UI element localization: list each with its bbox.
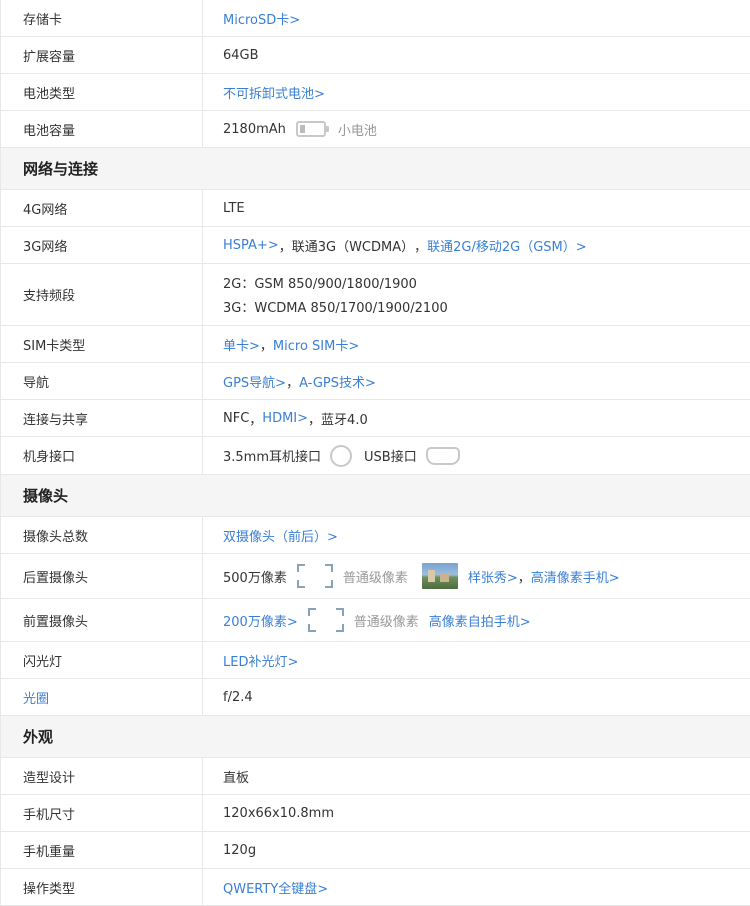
separator: ，: [414, 239, 428, 255]
section-title-appearance: 外观: [1, 716, 750, 758]
band-3g: 3G：WCDMA 850/1700/1900/2100: [223, 301, 448, 316]
spec-row-battery-type: 电池类型 不可拆卸式电池>: [1, 74, 750, 111]
spec-value: f/2.4: [223, 689, 253, 705]
spec-label: 手机重量: [1, 832, 203, 868]
spec-label: 存储卡: [1, 0, 203, 36]
wcdma-text: 联通3G（WCDMA）: [291, 239, 415, 255]
spec-row-storage-card: 存储卡 MicroSD卡>: [1, 0, 750, 37]
headphone-jack-text: 3.5mm耳机接口: [223, 450, 322, 465]
spec-label: 3G网络: [1, 227, 203, 263]
bluetooth-text: 蓝牙4.0: [321, 412, 368, 428]
hd-pixel-phone-link[interactable]: 高清像素手机>: [531, 567, 620, 586]
single-sim-link[interactable]: 单卡>: [223, 335, 260, 354]
qwerty-link[interactable]: QWERTY全键盘>: [223, 878, 328, 897]
spec-row-ports: 机身接口 3.5mm耳机接口 USB接口: [1, 437, 750, 475]
camera-frame-icon: [296, 564, 333, 588]
sample-photo-thumbnail[interactable]: [421, 563, 458, 589]
micro-sim-link[interactable]: Micro SIM卡>: [273, 335, 359, 354]
camera-frame-icon: [307, 608, 344, 632]
spec-label: 摄像头总数: [1, 517, 203, 553]
spec-label: 电池类型: [1, 74, 203, 110]
separator: ，: [308, 412, 322, 428]
gsm-link[interactable]: 联通2G/移动2G（GSM）>: [427, 236, 587, 255]
pixel-grade-note: 普通级像素: [353, 614, 419, 630]
spec-label: 连接与共享: [1, 400, 203, 436]
spec-value: 64GB: [223, 47, 259, 63]
band-2g: 2G：GSM 850/900/1800/1900: [223, 277, 417, 292]
usb-port-icon: [425, 446, 460, 465]
spec-label: 机身接口: [1, 437, 203, 474]
headphone-jack-icon: [330, 444, 353, 467]
spec-label: 导航: [1, 363, 203, 399]
spec-row-connectivity: 连接与共享 NFC ， HDMI> ， 蓝牙4.0: [1, 400, 750, 437]
separator: ，: [249, 412, 263, 428]
front-megapixel-link[interactable]: 200万像素>: [223, 611, 298, 630]
section-title-camera: 摄像头: [1, 475, 750, 517]
spec-row-flash: 闪光灯 LED补光灯>: [1, 642, 750, 679]
spec-label: 4G网络: [1, 190, 203, 226]
microsd-link[interactable]: MicroSD卡>: [223, 9, 300, 28]
spec-value: 120x66x10.8mm: [223, 805, 335, 821]
spec-label: 电池容量: [1, 111, 203, 147]
spec-row-4g: 4G网络 LTE: [1, 190, 750, 227]
separator: ，: [259, 338, 273, 354]
battery-note: 小电池: [337, 123, 377, 139]
spec-row-front-camera: 前置摄像头 200万像素> 普通级像素 高像素自拍手机>: [1, 599, 750, 642]
spec-label: 手机尺寸: [1, 795, 203, 831]
spec-row-navigation: 导航 GPS导航> ， A-GPS技术>: [1, 363, 750, 400]
spec-row-expand-capacity: 扩展容量 64GB: [1, 37, 750, 74]
battery-icon: [295, 121, 329, 137]
nfc-text: NFC: [223, 410, 250, 426]
led-flash-link[interactable]: LED补光灯>: [223, 651, 298, 670]
spec-row-camera-total: 摄像头总数 双摄像头（前后）>: [1, 517, 750, 554]
spec-value: 直板: [223, 770, 250, 786]
separator: ，: [286, 375, 300, 391]
usb-text: USB接口: [364, 450, 417, 465]
pixel-grade-note: 普通级像素: [342, 570, 408, 586]
spec-value: LTE: [223, 200, 245, 216]
spec-row-bands: 支持频段 2G：GSM 850/900/1800/1900 3G：WCDMA 8…: [1, 264, 750, 326]
spec-row-battery-capacity: 电池容量 2180mAh 小电池: [1, 111, 750, 148]
spec-value: 120g: [223, 842, 257, 858]
section-title-network: 网络与连接: [1, 148, 750, 190]
dual-camera-link[interactable]: 双摄像头（前后）>: [223, 526, 338, 545]
spec-row-rear-camera: 后置摄像头 500万像素 普通级像素 样张秀> ， 高清像素手机>: [1, 554, 750, 599]
aperture-label-link[interactable]: 光圈: [1, 679, 203, 715]
spec-label: 闪光灯: [1, 642, 203, 678]
spec-label: 后置摄像头: [1, 554, 203, 598]
spec-row-form-factor: 造型设计 直板: [1, 758, 750, 795]
spec-label: 造型设计: [1, 758, 203, 794]
spec-row-aperture: 光圈 f/2.4: [1, 679, 750, 716]
spec-row-dimensions: 手机尺寸 120x66x10.8mm: [1, 795, 750, 832]
battery-capacity-value: 2180mAh: [223, 121, 286, 137]
separator: ，: [278, 239, 292, 255]
rear-megapixel: 500万像素: [223, 570, 287, 586]
spec-label: 扩展容量: [1, 37, 203, 73]
spec-row-3g: 3G网络 HSPA+> ， 联通3G（WCDMA） ， 联通2G/移动2G（GS…: [1, 227, 750, 264]
spec-label: 操作类型: [1, 869, 203, 905]
spec-row-sim: SIM卡类型 单卡> ， Micro SIM卡>: [1, 326, 750, 363]
spec-label: 前置摄像头: [1, 599, 203, 641]
spec-label: 支持频段: [1, 264, 203, 325]
gps-link[interactable]: GPS导航>: [223, 372, 286, 391]
spec-row-input-type: 操作类型 QWERTY全键盘>: [1, 869, 750, 906]
sample-photos-link[interactable]: 样张秀>: [468, 567, 518, 586]
hspa-link[interactable]: HSPA+>: [223, 238, 279, 253]
spec-row-weight: 手机重量 120g: [1, 832, 750, 869]
separator: ，: [517, 570, 531, 586]
spec-label: SIM卡类型: [1, 326, 203, 362]
spec-table: 存储卡 MicroSD卡> 扩展容量 64GB 电池类型 不可拆卸式电池> 电池…: [0, 0, 750, 906]
agps-link[interactable]: A-GPS技术>: [299, 372, 376, 391]
hdmi-link[interactable]: HDMI>: [262, 411, 308, 426]
battery-type-link[interactable]: 不可拆卸式电池>: [223, 83, 325, 102]
selfie-phone-link[interactable]: 高像素自拍手机>: [429, 611, 531, 630]
